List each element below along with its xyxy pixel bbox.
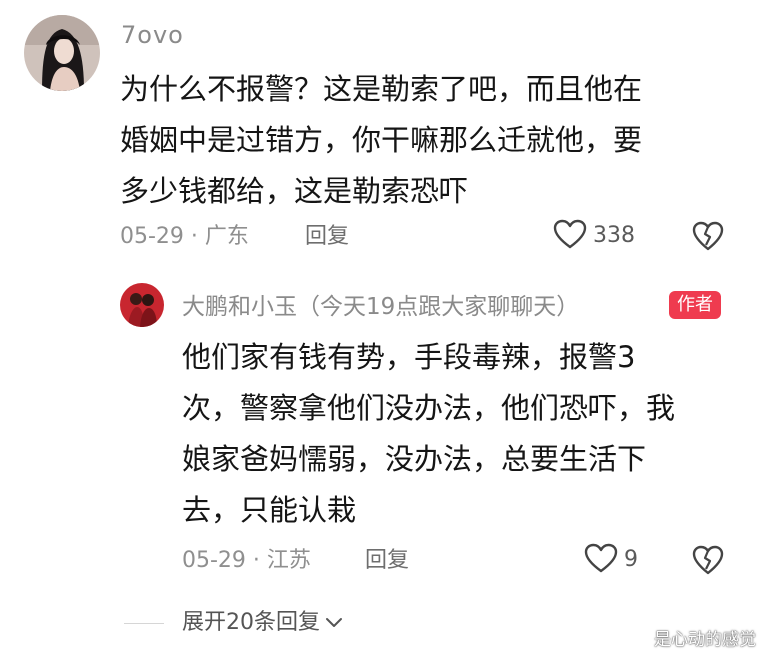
chevron-down-icon	[324, 608, 344, 638]
reply-like-button[interactable]: 9	[584, 543, 638, 577]
broken-heart-icon	[692, 221, 724, 255]
comment-line: 多少钱都给，这是勒索恐吓	[120, 174, 469, 208]
reply-like-count: 9	[624, 547, 638, 572]
user-avatar[interactable]	[24, 15, 100, 91]
watermark: 是心动的感觉	[654, 630, 756, 650]
heart-outline-icon	[553, 219, 587, 253]
comment-line: 为什么不报警？这是勒索了吧，而且他在	[120, 72, 643, 106]
author-badge: 作者	[669, 291, 721, 319]
reply-reply-button[interactable]: 回复	[365, 546, 409, 576]
reply-username[interactable]: 大鹏和小玉（今天19点跟大家聊聊天）	[182, 292, 579, 322]
expand-divider	[124, 623, 164, 624]
comment-meta: 05-29 · 广东	[120, 224, 249, 249]
expand-replies-label: 展开20条回复	[182, 610, 320, 635]
reply-text: 他们家有钱有势，手段毒辣，报警3 次，警察拿他们没办法，他们恐吓，我 娘家爸妈懦…	[182, 332, 675, 536]
comment-text: 为什么不报警？这是勒索了吧，而且他在 婚姻中是过错方，你干嘛那么迁就他，要 多少…	[120, 64, 642, 217]
like-count: 338	[593, 223, 635, 248]
reply-line: 娘家爸妈懦弱，没办法，总要生活下	[182, 442, 647, 476]
heart-outline-icon	[584, 543, 618, 577]
reply-line: 去，只能认栽	[182, 493, 357, 527]
reply-meta: 05-29 · 江苏	[182, 548, 311, 573]
reply-button[interactable]: 回复	[305, 222, 349, 252]
reply-line: 次，警察拿他们没办法，他们恐吓，我	[182, 391, 676, 425]
reply-dislike-button[interactable]	[692, 545, 724, 579]
reply-line: 他们家有钱有势，手段毒辣，报警3	[182, 340, 636, 374]
like-button[interactable]: 338	[553, 219, 635, 253]
comment-username[interactable]: 7ovo	[121, 20, 184, 50]
expand-replies-button[interactable]: 展开20条回复	[182, 608, 344, 638]
broken-heart-icon	[692, 545, 724, 579]
dislike-button[interactable]	[692, 221, 724, 255]
author-avatar[interactable]	[120, 283, 164, 327]
comment-line: 婚姻中是过错方，你干嘛那么迁就他，要	[120, 123, 643, 157]
